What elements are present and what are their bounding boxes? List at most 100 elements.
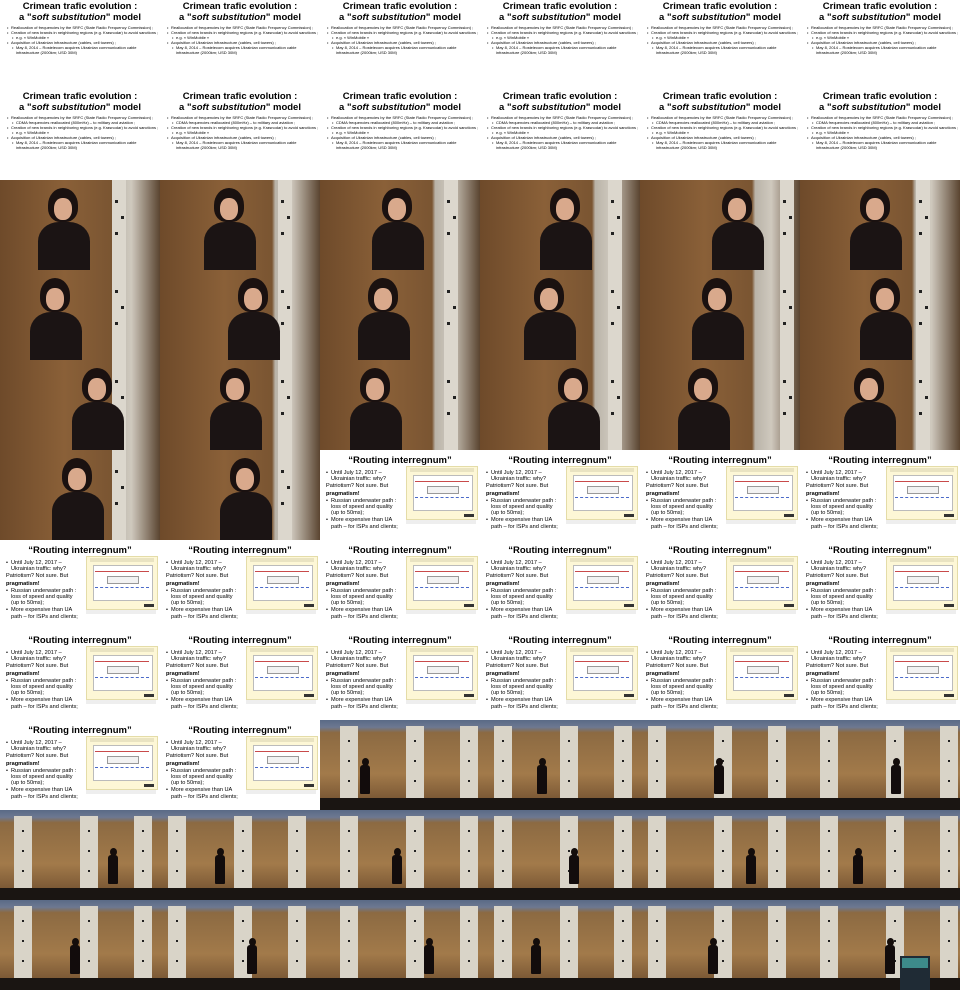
wall-hole (611, 412, 614, 415)
latency-graph-image (406, 556, 478, 610)
graph-caption (726, 520, 796, 524)
wall-hole (281, 200, 284, 203)
graph-header (410, 648, 474, 652)
slide-body: Until July 12, 2017 – Ukrainian traffic:… (806, 470, 882, 531)
slide-text-bold: pragmatism! (166, 580, 200, 587)
wall-panel (608, 180, 622, 270)
speaker (844, 360, 904, 450)
wall-dot (894, 740, 896, 742)
graph-line-red (415, 661, 469, 662)
bullet-item: Until July 12, 2017 – Ukrainian traffic:… (166, 740, 242, 752)
video-frame-thumbnail (640, 900, 800, 990)
wall-dot (296, 960, 298, 962)
wall-dot (948, 760, 950, 762)
wall-hole (617, 216, 620, 219)
video-frame-thumbnail (0, 270, 160, 360)
wall-dot (828, 780, 830, 782)
wall-dot (242, 940, 244, 942)
wall-dot (568, 920, 570, 922)
bullet-item: More expensive than UA path – for ISPs a… (646, 517, 722, 529)
latency-graph-image (246, 646, 318, 700)
graph-header (730, 558, 794, 562)
stage-floor (320, 888, 480, 900)
graph-logo (944, 694, 954, 697)
slide-title: “Routing interregnum” (188, 545, 292, 556)
wall-hole (447, 232, 450, 235)
video-frame-thumbnail (640, 180, 800, 270)
speaker-body (30, 312, 82, 360)
speaker-body (531, 945, 541, 974)
wall-dot (502, 740, 504, 742)
speaker (358, 270, 418, 360)
wall-dot (348, 870, 350, 872)
graph-caption (726, 610, 796, 614)
graph-annotation (587, 486, 619, 494)
speaker-body (372, 222, 424, 270)
video-frame-thumbnail (320, 270, 480, 360)
title-part-a: a " (339, 101, 352, 113)
wall-dot (348, 850, 350, 852)
bullet-item: Until July 12, 2017 – Ukrainian traffic:… (486, 470, 562, 482)
bullet-item: Russian underwater path : loss of speed … (646, 678, 722, 697)
slide-body: Until July 12, 2017 – Ukrainian traffic:… (806, 560, 882, 621)
speaker-body (692, 312, 744, 360)
video-frame-thumbnail (480, 180, 640, 270)
wall-hole (115, 322, 118, 325)
graph-annotation (747, 576, 779, 584)
graph-logo (944, 604, 954, 607)
wall-dot (88, 920, 90, 922)
video-frame-thumbnail (640, 720, 800, 810)
graph-caption (726, 700, 796, 704)
wall-dot (776, 940, 778, 942)
speaker-body (215, 855, 225, 884)
slide-text: Patriotism? Not sure. But (166, 753, 229, 760)
title-part-a: a " (659, 11, 672, 23)
graph-logo (144, 784, 154, 787)
graph-header (410, 468, 474, 472)
video-frame-thumbnail (0, 450, 160, 540)
wall-dot (568, 940, 570, 942)
graph-logo (464, 514, 474, 517)
title-part-italic: soft substitution (831, 11, 906, 23)
wall-dot (622, 780, 624, 782)
wall-hole (121, 486, 124, 489)
graph-line-blue (895, 497, 949, 498)
title-part-b: " model (425, 101, 461, 113)
title-part-a: a " (179, 11, 192, 23)
speaker-face (860, 378, 878, 400)
graph-caption (886, 610, 956, 614)
speaker-on-stage (247, 938, 257, 974)
wall-dot (88, 830, 90, 832)
wall-dot (622, 870, 624, 872)
graph-header (570, 468, 634, 472)
video-frame-thumbnail (480, 900, 640, 990)
wall-dot (348, 940, 350, 942)
graph-line-blue (415, 677, 469, 678)
latency-graph-image (886, 646, 958, 700)
slide-title-line2: a "soft substitution" model (800, 102, 960, 114)
video-frame-thumbnail (160, 810, 320, 900)
graph-caption (886, 520, 956, 524)
slide-title: Crimean trafic evolution :a "soft substi… (480, 1, 640, 23)
speaker (350, 360, 410, 450)
wall-dot (948, 920, 950, 922)
wall-hole (447, 412, 450, 415)
slide-title: “Routing interregnum” (508, 455, 612, 466)
video-frame-thumbnail: “Routing interregnum” Until July 12, 2017… (640, 450, 800, 540)
wall-hole (611, 322, 614, 325)
bullet-item: Russian underwater path : loss of speed … (646, 588, 722, 607)
wall-dot (948, 780, 950, 782)
stage-floor (800, 888, 960, 900)
graph-header (890, 468, 954, 472)
wall-dot (414, 920, 416, 922)
speaker-body (392, 855, 402, 884)
wall-dot (348, 960, 350, 962)
slide-text: Patriotism? Not sure. But (486, 573, 549, 580)
wall-dot (622, 830, 624, 832)
video-frame-thumbnail: Crimean trafic evolution :a "soft substi… (320, 0, 480, 90)
wall-dot (948, 870, 950, 872)
wall-dot (348, 780, 350, 782)
wall-dot (776, 830, 778, 832)
wall-dot (176, 940, 178, 942)
bullet-item: Until July 12, 2017 – Ukrainian traffic:… (646, 470, 722, 482)
